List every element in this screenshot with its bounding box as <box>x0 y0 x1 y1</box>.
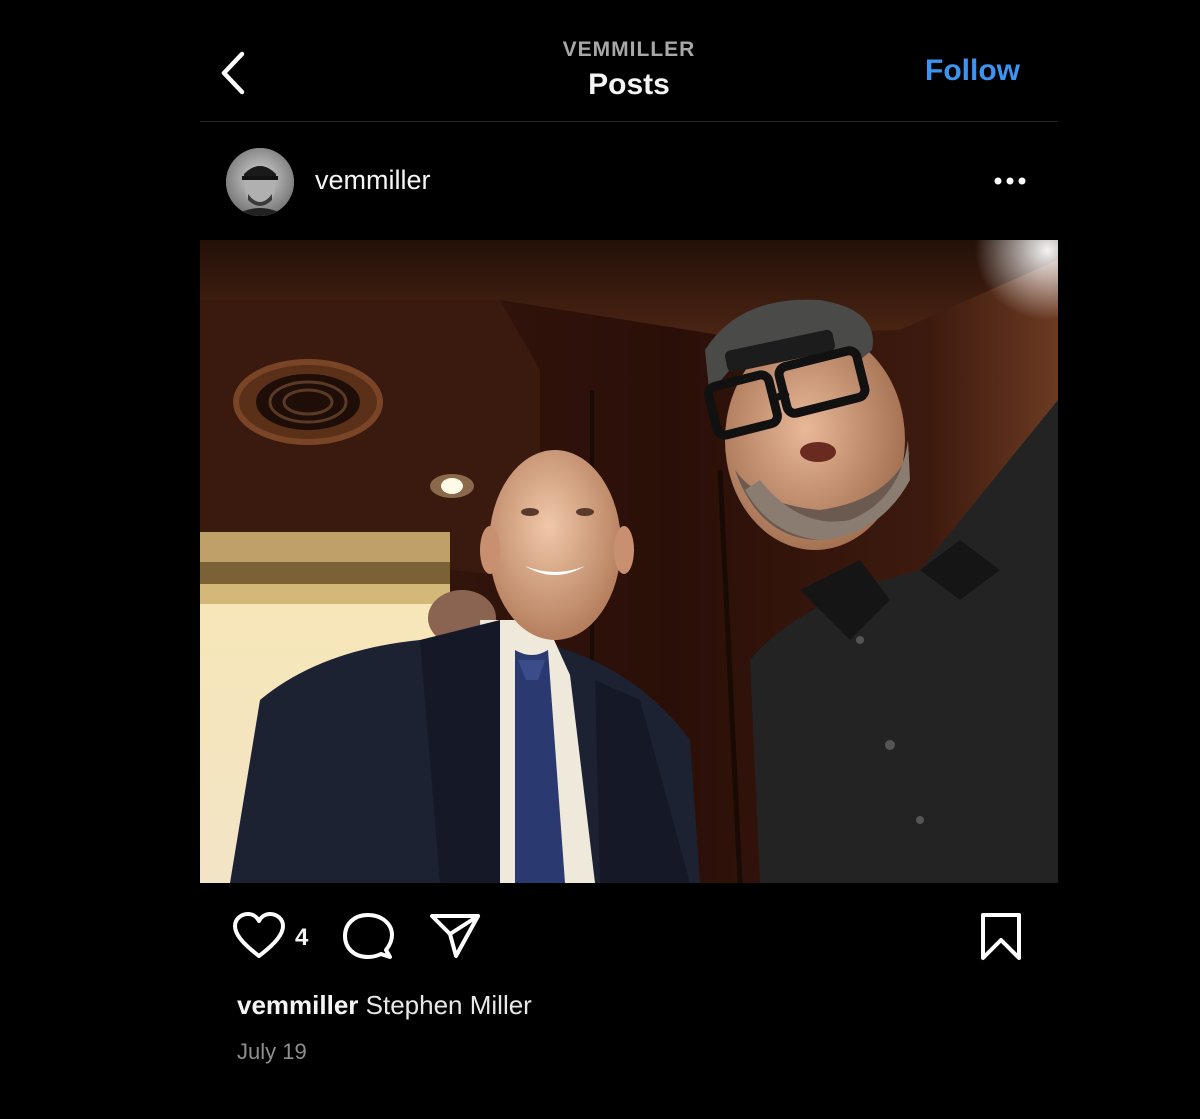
avatar[interactable] <box>226 148 294 216</box>
post-username[interactable]: vemmiller <box>315 165 431 196</box>
bookmark-icon <box>981 913 1021 960</box>
follow-button[interactable]: Follow <box>925 54 1020 88</box>
comment-icon <box>343 913 394 959</box>
save-button[interactable] <box>978 912 1024 962</box>
like-count[interactable]: 4 <box>295 924 308 952</box>
post-date: July 19 <box>237 1039 307 1064</box>
post-actions: 4 <box>200 900 1058 975</box>
top-bar: VEMMILLER Posts Follow <box>200 0 1058 122</box>
instagram-post-screen: VEMMILLER Posts Follow vemmiller 4 vemmi… <box>0 0 1200 1119</box>
content-column: VEMMILLER Posts Follow vemmiller 4 vemmi… <box>200 0 1058 1119</box>
post-photo[interactable] <box>200 240 1058 883</box>
heart-icon <box>233 912 285 958</box>
post-header: vemmiller <box>200 122 1058 240</box>
comment-button[interactable] <box>342 912 394 962</box>
more-horizontal-icon <box>994 177 1026 185</box>
post-caption: vemmiller Stephen Miller <box>237 990 532 1021</box>
share-button[interactable] <box>428 912 482 960</box>
caption-text: Stephen Miller <box>365 990 532 1020</box>
caption-username[interactable]: vemmiller <box>237 990 358 1020</box>
more-options-button[interactable] <box>988 166 1032 196</box>
send-icon <box>430 914 480 958</box>
like-button[interactable] <box>232 912 286 960</box>
